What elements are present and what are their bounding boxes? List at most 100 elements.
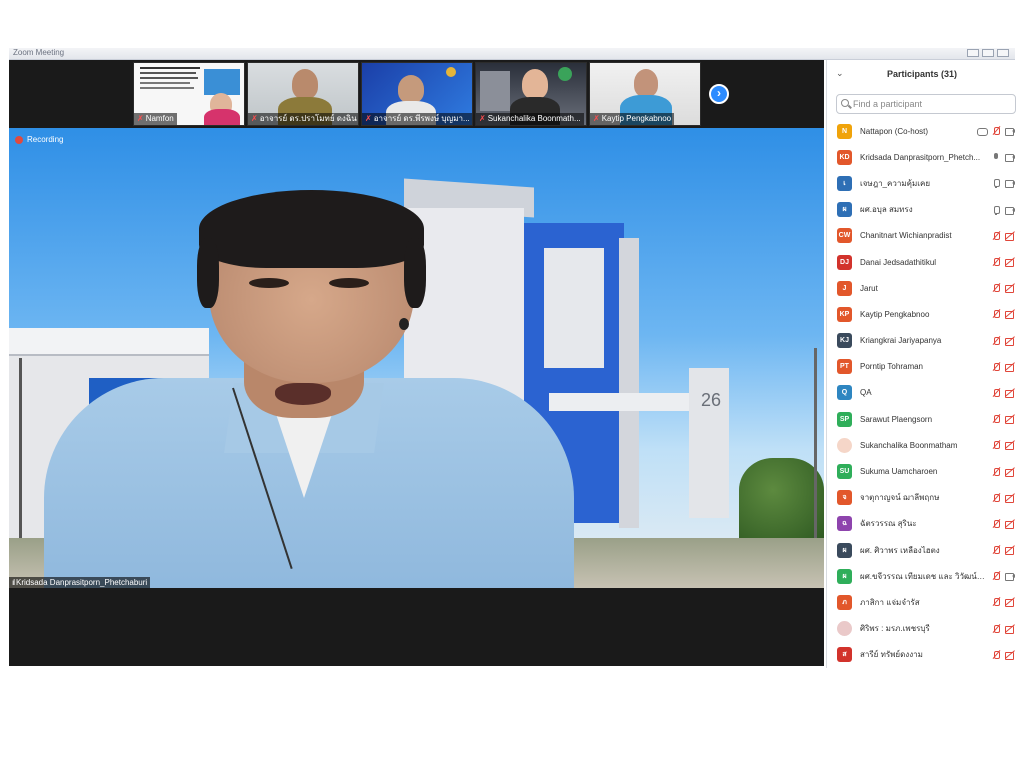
person-head [634, 69, 658, 97]
participant-status-icons [991, 545, 1015, 556]
avatar: KJ [837, 333, 852, 349]
avatar: ผ [837, 542, 852, 558]
mic-muted-icon [991, 519, 1001, 529]
participant-row[interactable]: Q QA [827, 380, 1017, 406]
participant-row[interactable]: ภ ภาสิกา แจ่มจำรัส [827, 589, 1017, 615]
mic-muted-icon [991, 467, 1001, 477]
mic-muted-icon [991, 440, 1001, 450]
video-off-icon [1005, 519, 1015, 529]
participant-row[interactable]: Sukanchalika Boonmatham [827, 432, 1017, 458]
maximize-button[interactable] [982, 49, 994, 57]
participant-row[interactable]: จ จาตุกาญจน์ ฌาลีพฤกษ [827, 485, 1017, 511]
video-off-icon [1005, 467, 1015, 477]
participant-row[interactable]: SU Sukuma Uamcharoen [827, 458, 1017, 484]
video-off-icon [1005, 231, 1015, 241]
video-off-icon [1005, 257, 1015, 268]
window-title-bar: Zoom Meeting [9, 48, 1015, 60]
mic-muted-icon [991, 414, 1001, 424]
search-icon [841, 99, 849, 107]
person-body [204, 109, 240, 125]
participant-row[interactable]: ส สารีย์ ทรัพย์ดงงาม [827, 642, 1017, 668]
participant-row[interactable]: ศิริพร : มรภ.เพชรบุรี [827, 616, 1017, 642]
speaker-mouth [275, 383, 331, 405]
participant-row[interactable]: KJ Kriangkrai Jariyapanya [827, 328, 1017, 354]
record-icon [15, 135, 23, 144]
participant-row[interactable]: J Jarut [827, 275, 1017, 301]
mic-muted-icon [991, 624, 1001, 634]
participant-name: Kridsada Danprasitporn_Phetch... [860, 152, 981, 162]
video-thumbnail[interactable]: ✗ อาจารย์ ดร.ปราโมทย์ ดงฉิน [247, 62, 359, 126]
video-off-icon [1005, 624, 1015, 634]
participant-row[interactable]: N Nattapon (Co-host) [827, 118, 1017, 144]
participant-status-icons [991, 440, 1015, 451]
participants-title: Participants (31) [886, 69, 958, 79]
mic-muted-icon [991, 597, 1001, 607]
mic-muted-icon: ✗ [137, 114, 144, 123]
video-thumbnail[interactable]: ✗ Sukanchalika Boonmath... [475, 62, 587, 126]
video-icon [1005, 152, 1015, 163]
participant-status-icons [991, 178, 1015, 189]
participant-row[interactable]: DJ Danai Jedsadathitikul [827, 249, 1017, 275]
next-page-button[interactable]: › [709, 84, 729, 104]
participant-row[interactable]: SP Sarawut Plaengsorn [827, 406, 1017, 432]
participant-row[interactable]: ฉ ฉัตรวรรณ สุรินะ [827, 511, 1017, 537]
mic-icon [991, 152, 1001, 162]
avatar [837, 621, 852, 637]
thumbnail-name: ✗ อาจารย์ ดร.ปราโมทย์ ดงฉิน [248, 113, 358, 125]
participant-name: Danai Jedsadathitikul [860, 257, 937, 267]
video-thumbnail[interactable]: ✗ Kaytip Pengkabnoo [589, 62, 701, 126]
meeting-area: ✗ Namfon ✗ อาจารย์ ดร.ปราโมทย์ ดงฉิน ✗ อาจา… [9, 60, 824, 666]
mic-muted-icon [991, 362, 1001, 372]
avatar: DJ [837, 254, 852, 270]
participant-row[interactable]: KD Kridsada Danprasitporn_Phetch... [827, 144, 1017, 170]
mic-muted-icon: ✗ [251, 114, 258, 123]
avatar: N [837, 123, 852, 139]
avatar: KD [837, 149, 852, 165]
video-icon [1005, 571, 1015, 582]
avatar: ส [837, 647, 852, 663]
participant-status-icons [991, 414, 1015, 425]
participant-status-icons [991, 388, 1015, 398]
video-off-icon [1005, 650, 1015, 660]
participant-name: ฉัตรวรรณ สุรินะ [860, 519, 917, 529]
participant-name: ผศ.ขจีวรรณ เทียมเดช และ วิวัฒน์ สมแส... [860, 571, 986, 581]
participants-header: ⌄ Participants (31) [827, 68, 1017, 82]
search-placeholder: Find a participant [853, 99, 923, 109]
mic-icon [991, 205, 1001, 215]
thumbnail-name: ✗ Sukanchalika Boonmath... [476, 113, 584, 125]
video-thumbnail[interactable]: ✗ อาจารย์ ดร.พีรพงษ์ บุญมา... [361, 62, 473, 126]
close-button[interactable] [997, 49, 1009, 57]
participant-name: ผศ. ศิวาพร เหลืองไฮตง [860, 545, 940, 555]
participant-status-icons [991, 257, 1015, 268]
participant-row[interactable]: PT Porntip Tohraman [827, 354, 1017, 380]
participant-row[interactable]: KP Kaytip Pengkabnoo [827, 301, 1017, 327]
participant-status-icons [991, 467, 1015, 477]
chevron-right-icon: › [717, 86, 721, 100]
video-icon [1005, 126, 1015, 137]
participant-row[interactable]: ผ ผศ.ขจีวรรณ เทียมเดช และ วิวัฒน์ สมแส... [827, 563, 1017, 589]
signal-bars-icon: ıl [12, 578, 15, 587]
participant-row[interactable]: ผ ผศ.อบุล สมทรง [827, 197, 1017, 223]
participant-status-icons [991, 152, 1015, 163]
participant-row[interactable]: CW Chanitnart Wichianpradist [827, 223, 1017, 249]
minimize-button[interactable] [967, 49, 979, 57]
mic-muted-icon [991, 545, 1001, 555]
mic-icon [991, 178, 1001, 189]
avatar: J [837, 280, 852, 296]
participant-status-icons [991, 624, 1015, 634]
avatar: SU [837, 464, 852, 480]
avatar: ภ [837, 594, 852, 610]
participant-search-input[interactable]: Find a participant [836, 94, 1016, 114]
mic-muted-icon: ✗ [365, 114, 372, 123]
participant-row[interactable]: เ เจษฎา_ความคุ้มเคย [827, 170, 1017, 196]
avatar: ผ [837, 202, 852, 218]
video-off-icon [1005, 283, 1015, 294]
participant-name: ภาสิกา แจ่มจำรัส [860, 597, 920, 607]
participant-row[interactable]: ผ ผศ. ศิวาพร เหลืองไฮตง [827, 537, 1017, 563]
participant-status-icons [991, 597, 1015, 608]
mic-muted-icon [991, 336, 1001, 346]
participant-name: Kaytip Pengkabnoo [860, 309, 930, 319]
window-title: Zoom Meeting [13, 48, 65, 57]
mic-muted-icon [991, 309, 1001, 319]
video-thumbnail[interactable]: ✗ Namfon [133, 62, 245, 126]
